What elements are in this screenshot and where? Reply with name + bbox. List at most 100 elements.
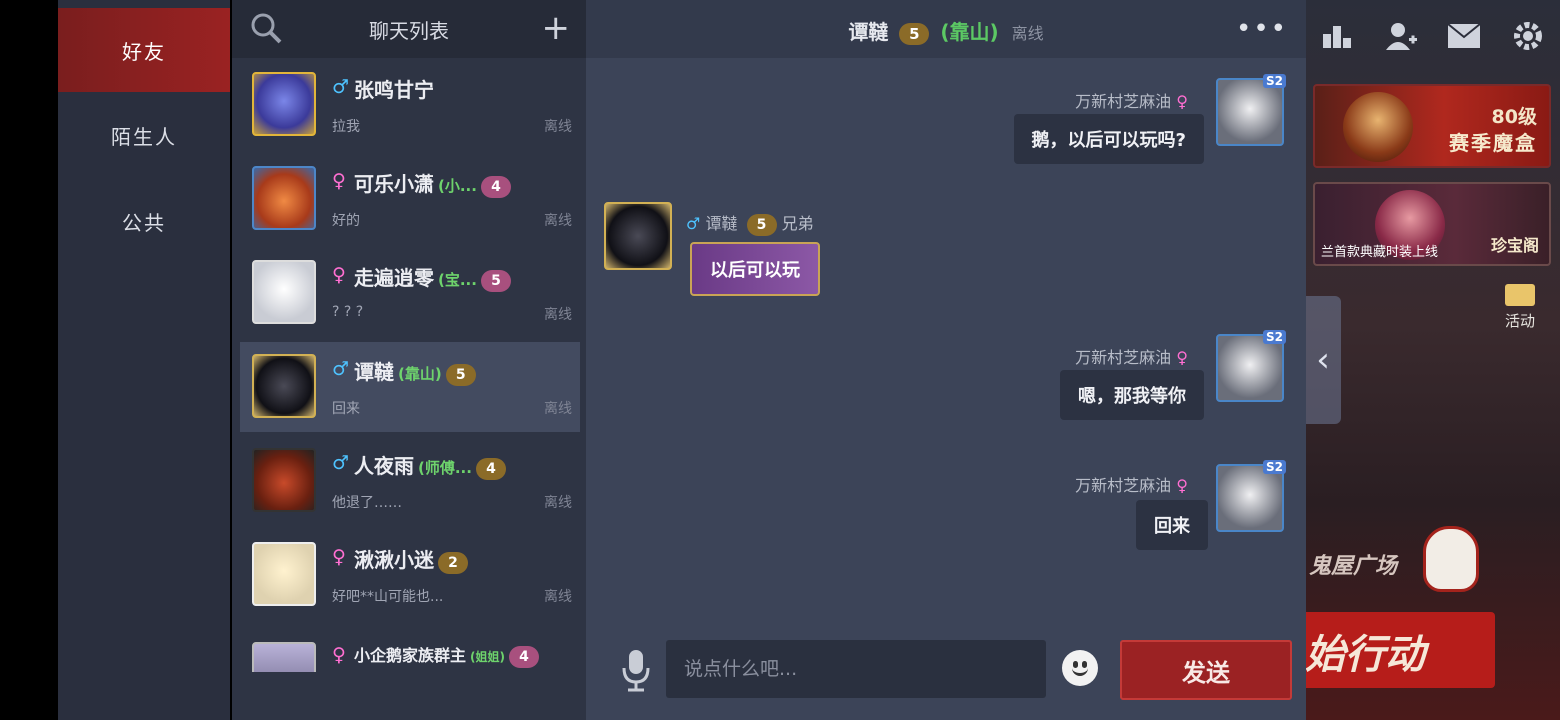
relation-tag: (小... (438, 177, 477, 195)
avatar (252, 642, 316, 672)
settings-gear-icon[interactable] (1510, 18, 1546, 54)
chat-row[interactable]: ♂ 人夜雨 (师傅... 4 他退了…… 离线 (240, 436, 580, 526)
relation-tag: (靠山) (940, 20, 999, 44)
chat-row-status: 离线 (544, 213, 572, 229)
female-gender-icon: ♀ (332, 644, 346, 666)
chat-row-last-message: 拉我 (332, 119, 360, 135)
microphone-icon[interactable] (620, 648, 652, 696)
nav-item-strangers[interactable]: 陌生人 (58, 92, 230, 178)
message-input[interactable] (666, 640, 1046, 698)
start-action-label: 始行动 (1305, 632, 1425, 678)
nav-item-public[interactable]: 公共 (58, 178, 230, 264)
chat-list-panel: 聊天列表 + ♂ 张鸣甘宁 拉我 离线 ♀ 可乐小潇 (小... 4 好的 离线 ♀… (232, 0, 586, 720)
avatar (252, 72, 316, 136)
intimacy-level-badge: 5 (899, 23, 930, 45)
chevron-left-icon: ‹ (1316, 340, 1330, 380)
season-box-banner[interactable]: 80级 赛季魔盒 (1313, 84, 1551, 168)
avatar (252, 260, 316, 324)
chat-row[interactable]: ♀ 小企鹅家族群主 (姐姐) 4 (240, 624, 580, 672)
contact-category-nav: 好友 陌生人 公共 (58, 0, 230, 720)
chat-list-title: 聊天列表 (369, 18, 449, 43)
intimacy-level-badge: 2 (438, 552, 468, 574)
chat-row-name: 湫湫小迷 2 (354, 544, 468, 574)
intimacy-level-badge: 4 (475, 458, 506, 480)
avatar (252, 354, 316, 418)
my-avatar[interactable]: S2 (1216, 74, 1286, 146)
emoji-icon[interactable] (1062, 650, 1098, 686)
sender-name: 万新村芝麻油 (1075, 476, 1172, 495)
ranking-icon[interactable] (1319, 18, 1355, 54)
sender-name: 万新村芝麻油 (1075, 92, 1172, 111)
female-gender-icon: ♀ (332, 546, 346, 568)
contact-name: 走遍逍零 (354, 266, 434, 290)
my-avatar[interactable]: S2 (1216, 460, 1286, 532)
chat-row-status: 离线 (544, 589, 572, 605)
contact-name: 可乐小潇 (354, 172, 434, 196)
season-box-title: 赛季魔盒 (1449, 131, 1537, 155)
chat-row-last-message: 回来 (332, 401, 360, 417)
partner-avatar[interactable] (604, 202, 672, 270)
chat-row-status: 离线 (544, 495, 572, 511)
game-top-icons (1305, 18, 1560, 54)
treasure-pavilion-title: 珍宝阁 (1490, 236, 1539, 255)
message-sender: ♂ 谭韃 5 兄弟 (686, 210, 814, 236)
avatar (252, 542, 316, 606)
female-gender-icon: ♀ (332, 170, 346, 192)
more-options-icon[interactable]: ••• (1236, 14, 1288, 44)
chat-row-name: 可乐小潇 (小... 4 (354, 168, 511, 198)
ghost-mask-icon[interactable] (1423, 526, 1479, 592)
female-gender-icon: ♀ (1176, 92, 1188, 111)
add-chat-icon[interactable]: + (542, 11, 571, 45)
chat-row[interactable]: ♀ 湫湫小迷 2 好吧**山可能也... 离线 (240, 530, 580, 620)
chat-row[interactable]: ♀ 走遍逍零 (宝... 5 ? ? ? 离线 (240, 248, 580, 338)
treasure-pavilion-banner[interactable]: 珍宝阁 兰首款典藏时装上线 (1313, 182, 1551, 266)
mail-icon[interactable] (1446, 18, 1482, 54)
my-avatar[interactable]: S2 (1216, 330, 1286, 402)
message-bubble: 鹅，以后可以玩吗? (1013, 114, 1204, 164)
message-bubble: 回来 (1136, 500, 1208, 550)
chat-partner-title: 谭韃 5 (靠山) 离线 (586, 16, 1306, 45)
chat-conversation-panel: 谭韃 5 (靠山) 离线 ••• S2 万新村芝麻油 ♀ 鹅，以后可以玩吗? ♂… (586, 0, 1306, 720)
chat-row[interactable]: ♀ 可乐小潇 (小... 4 好的 离线 (240, 154, 580, 244)
add-friend-icon[interactable] (1383, 18, 1419, 54)
chat-row-status: 离线 (544, 307, 572, 323)
message-sender: 万新村芝麻油 ♀ (1075, 88, 1188, 112)
relation-tag: (师傅... (418, 459, 472, 477)
intimacy-level-badge: 5 (746, 214, 777, 236)
avatar (252, 448, 316, 512)
message-sender: 万新村芝麻油 ♀ (1075, 472, 1188, 496)
chat-list-header: 聊天列表 + (232, 0, 586, 58)
season-badge: S2 (1263, 460, 1286, 474)
relation-tag: (宝... (438, 271, 477, 289)
chat-row-name: 谭韃 (靠山) 5 (354, 356, 476, 386)
activity-button[interactable]: 活动 (1495, 284, 1545, 331)
nav-item-friends[interactable]: 好友 (58, 8, 230, 92)
contact-name: 湫湫小迷 (354, 548, 434, 572)
ghost-house-plaza-label[interactable]: 鬼屋广场 (1309, 548, 1397, 580)
male-gender-icon: ♂ (332, 76, 350, 98)
treasure-subtitle: 兰首款典藏时装上线 (1321, 245, 1439, 260)
female-gender-icon: ♀ (332, 264, 346, 286)
contact-name: 人夜雨 (354, 454, 414, 478)
season-badge: S2 (1263, 74, 1286, 88)
chat-row-selected[interactable]: ♂ 谭韃 (靠山) 5 回来 离线 (240, 342, 580, 432)
chat-row-name: 小企鹅家族群主 (姐姐) 4 (354, 642, 539, 668)
sender-name: 万新村芝麻油 (1075, 348, 1172, 367)
message-composer: 发送 (586, 638, 1306, 708)
start-action-button[interactable]: 始行动 (1305, 612, 1495, 688)
chat-row[interactable]: ♂ 张鸣甘宁 拉我 离线 (240, 60, 580, 150)
online-status: 离线 (1011, 24, 1044, 43)
avatar (252, 166, 316, 230)
collapse-panel-tab[interactable]: ‹ (1305, 296, 1341, 424)
sender-name: 谭韃 (705, 214, 738, 233)
season-box-character-image (1343, 92, 1413, 162)
contact-name: 张鸣甘宁 (354, 78, 434, 102)
contact-name: 谭韃 (354, 360, 394, 384)
send-button[interactable]: 发送 (1120, 640, 1292, 700)
message-bubble: 以后可以玩 (690, 242, 820, 296)
female-gender-icon: ♀ (1176, 476, 1188, 495)
season-badge: S2 (1263, 330, 1286, 344)
male-gender-icon: ♂ (332, 358, 350, 380)
chat-row-last-message: 他退了…… (332, 495, 402, 511)
chat-row-name: 走遍逍零 (宝... 5 (354, 262, 511, 292)
